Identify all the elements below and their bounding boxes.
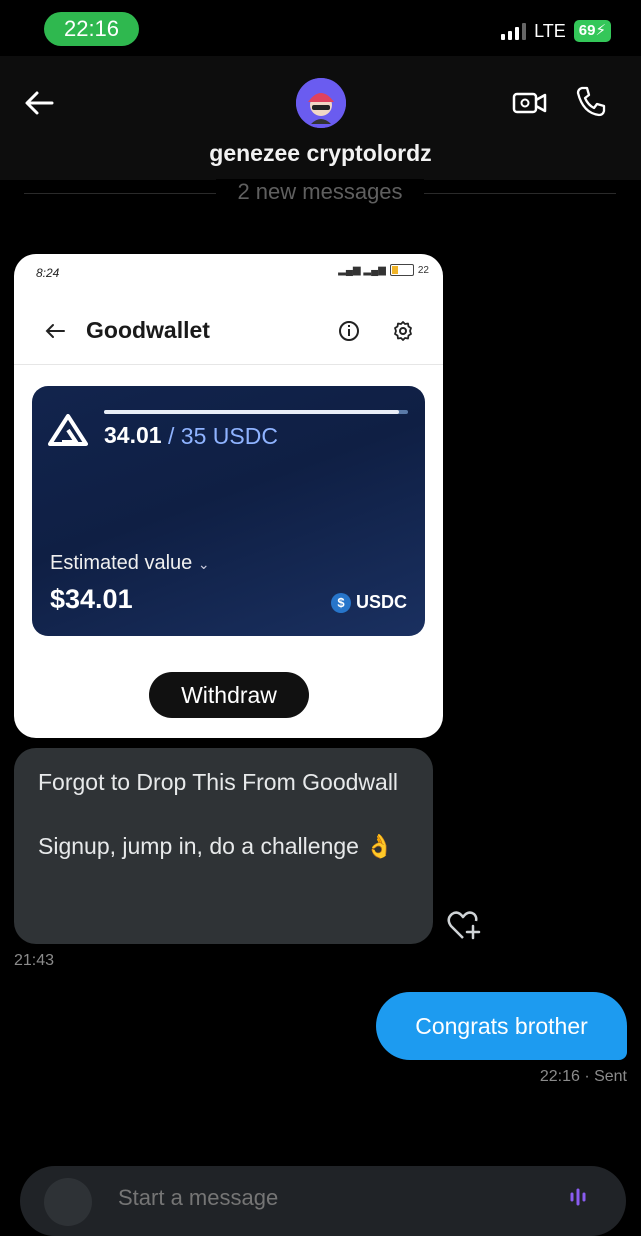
embedded-battery-icon (389, 264, 414, 276)
message-composer (20, 1166, 626, 1236)
message-input[interactable] (116, 1182, 540, 1214)
signal-icon (501, 22, 527, 40)
estimated-value-label: Estimated value ⌄ (50, 552, 210, 575)
battery-icon: 69⚡ (573, 20, 611, 42)
chevron-down-icon: ⌄ (197, 556, 210, 572)
received-message-bubble[interactable]: Forgot to Drop This From Goodwall Signup… (14, 748, 433, 944)
received-message-text: Forgot to Drop This From Goodwall Signup… (38, 769, 399, 859)
wallet-card: 34.01 / 35 USDC Estimated value ⌄ $34.01… (32, 386, 425, 636)
goodwallet-logo-icon (48, 414, 88, 446)
embedded-app-title: Goodwallet (86, 317, 210, 343)
sent-message-bubble[interactable]: Congrats brother (376, 992, 627, 1060)
balance-progress-bar (104, 410, 408, 414)
currency-label: USDC (355, 592, 407, 612)
embedded-status-text: 22 (417, 264, 429, 276)
status-time: 22:16 (44, 12, 139, 46)
embedded-header-divider (14, 364, 443, 365)
phone-call-icon[interactable] (574, 84, 608, 118)
estimated-label-text: Estimated value (50, 552, 193, 574)
add-reaction-heart-icon[interactable] (446, 910, 482, 942)
voice-message-icon[interactable] (568, 1186, 588, 1206)
sent-message-status: 22:16 · Sent (539, 1068, 627, 1085)
balance-progress-fill (104, 410, 399, 414)
estimated-value: $34.01 (50, 584, 133, 614)
status-indicators: LTE 69⚡ (501, 20, 611, 42)
withdraw-button: Withdraw (149, 672, 309, 718)
balance-total: / 35 USDC (168, 423, 278, 449)
avatar[interactable] (296, 78, 346, 128)
contact-name[interactable]: genezee cryptolordz (0, 140, 641, 167)
avatar-image (296, 78, 346, 128)
battery-level: 69 (578, 22, 596, 39)
shared-image-message[interactable]: 8:24 ▂▄▆ ▂▄▆ 22 Goodwallet 34.01 / 35 US… (14, 254, 443, 738)
network-label: LTE (534, 20, 566, 41)
embedded-signal-icon: ▂▄▆ ▂▄▆ (338, 264, 386, 276)
embedded-back-icon (45, 324, 65, 338)
received-message-time: 21:43 (14, 952, 55, 969)
currency-badge: $ USDC (330, 592, 407, 613)
balance-current: 34.01 (104, 422, 162, 448)
gear-icon (394, 321, 412, 341)
usdc-coin-icon: $ (330, 592, 351, 613)
info-icon (339, 321, 359, 341)
embedded-status-time: 8:24 (36, 266, 60, 280)
embedded-status-bar: ▂▄▆ ▂▄▆ 22 (338, 264, 429, 276)
video-call-icon[interactable] (512, 86, 548, 120)
new-messages-divider: 2 new messages (216, 179, 424, 205)
add-media-button[interactable] (44, 1178, 92, 1226)
back-arrow-icon[interactable] (22, 86, 56, 120)
